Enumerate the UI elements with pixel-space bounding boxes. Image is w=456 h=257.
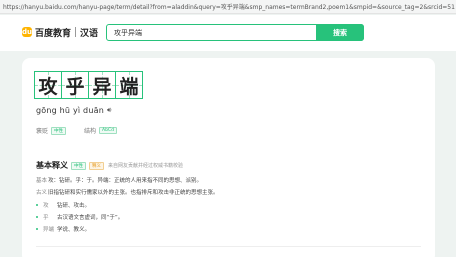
bullet-icon <box>36 216 38 218</box>
char-box[interactable]: 端 <box>115 71 143 99</box>
definition-row: 基本 攻：钻研。乎：于。异端：正统的人用来指不同的思想、派别。 <box>36 176 202 184</box>
structure-tag: AbCd <box>99 127 117 134</box>
char-box[interactable]: 乎 <box>61 71 89 99</box>
sentiment-label: 褒贬 <box>36 128 49 135</box>
site-header: du 百度教育 汉语 搜索 <box>0 15 456 51</box>
term-key: 异端 <box>43 227 55 233</box>
term-text: 古汉语文言虚词，同“于”。 <box>57 215 124 221</box>
definition-label: 古义 <box>36 190 48 196</box>
structure-label: 结构 <box>84 128 97 135</box>
char-box[interactable]: 异 <box>88 71 116 99</box>
divider <box>36 246 421 247</box>
definition-text: 攻：钻研。乎：于。异端：正统的人用来指不同的思想、派别。 <box>48 178 203 184</box>
definition-text: 旧指钻研和实行儒家以外的主张。也指排斥和攻击非正统的思想主张。 <box>48 190 219 196</box>
basic-definition-heading: 基本释义 中性 释义 来自网友贡献并经过权威书籍校验 <box>36 160 183 171</box>
section-tag: 中性 <box>71 161 86 170</box>
pinyin-row: gōng hū yì duān 🔊︎ <box>36 106 111 115</box>
term-key: 乎 <box>43 215 49 221</box>
sentiment-tag: 中性 <box>51 126 67 135</box>
pinyin: gōng hū yì duān <box>36 106 104 115</box>
list-item: 乎 古汉语文言虚词，同“于”。 <box>36 213 123 221</box>
section-title: 基本释义 <box>36 161 68 170</box>
bullet-icon <box>36 204 38 206</box>
logo-subtitle: 汉语 <box>80 28 99 39</box>
definition-label: 基本 <box>36 178 48 184</box>
speaker-icon[interactable]: 🔊︎ <box>107 106 111 115</box>
site-logo[interactable]: du 百度教育 汉语 <box>22 25 98 39</box>
url-text[interactable]: https://hanyu.baidu.com/hanyu-page/term/… <box>3 2 455 11</box>
definition-row: 古义 旧指钻研和实行儒家以外的主张。也指排斥和攻击非正统的思想主张。 <box>36 188 219 196</box>
term-text: 钻研、攻击。 <box>57 203 91 209</box>
search-input[interactable] <box>114 28 314 37</box>
baidu-paw-icon: du <box>22 27 32 37</box>
logo-divider <box>75 27 77 37</box>
term-key: 攻 <box>43 203 49 209</box>
idiom-characters: 攻 乎 异 端 <box>34 71 143 99</box>
list-item: 攻 钻研、攻击。 <box>36 201 90 209</box>
bullet-icon <box>36 228 38 230</box>
char-box[interactable]: 攻 <box>34 71 62 99</box>
section-tag: 释义 <box>89 161 104 170</box>
list-item: 异端 学说、教义。 <box>36 225 90 233</box>
term-text: 学说、教义。 <box>57 227 91 233</box>
logo-text: 百度教育 <box>35 28 72 39</box>
search-button[interactable]: 搜索 <box>316 24 364 41</box>
entry-card: 攻 乎 异 端 gōng hū yì duān 🔊︎ 褒贬 中性 结构 AbCd… <box>22 58 435 257</box>
source-note: 来自网友贡献并经过权威书籍校验 <box>108 163 184 169</box>
address-bar[interactable]: https://hanyu.baidu.com/hanyu-page/term/… <box>0 0 456 14</box>
meta-row: 褒贬 中性 结构 AbCd <box>36 126 117 135</box>
